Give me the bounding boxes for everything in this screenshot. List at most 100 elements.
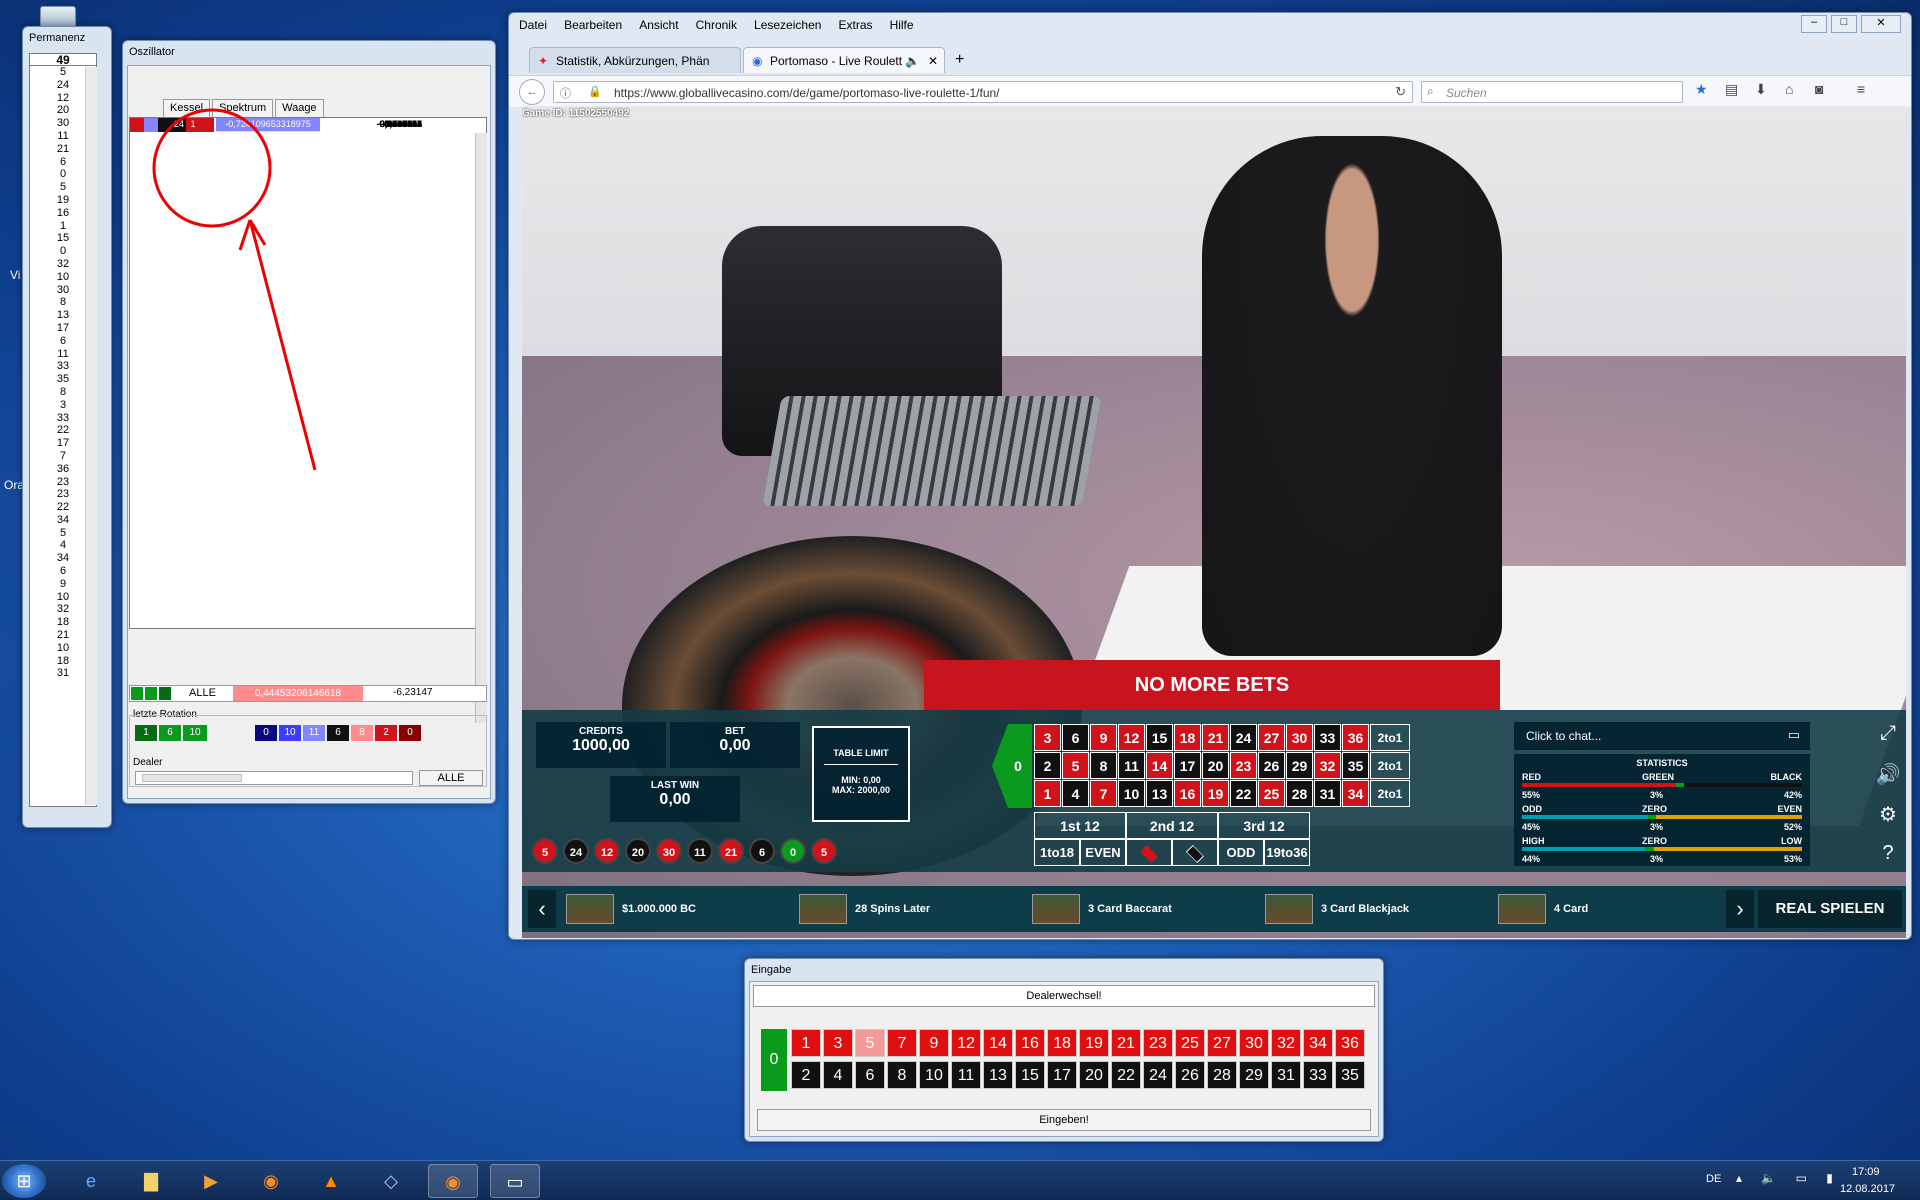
menu-hilfe[interactable]: Hilfe: [890, 18, 914, 32]
game-link[interactable]: 4 Card Buyout: [1554, 886, 1592, 932]
number-cell[interactable]: 2: [1034, 752, 1061, 779]
bookmark-star-icon[interactable]: ★: [1695, 81, 1725, 98]
number-cell[interactable]: 12: [1118, 724, 1145, 751]
eingabe-number-button[interactable]: 7: [887, 1029, 917, 1057]
menu-datei[interactable]: Datei: [519, 18, 547, 32]
real-play-button[interactable]: REAL SPIELEN: [1758, 890, 1902, 928]
eingabe-number-button[interactable]: 15: [1015, 1061, 1045, 1089]
maximize-button[interactable]: □: [1831, 15, 1857, 33]
number-cell[interactable]: 29: [1286, 752, 1313, 779]
eingabe-number-button[interactable]: 23: [1143, 1029, 1173, 1057]
number-cell[interactable]: 23: [1230, 752, 1257, 779]
number-cell[interactable]: 10: [1118, 780, 1145, 807]
eingabe-number-button[interactable]: 25: [1175, 1029, 1205, 1057]
virtualbox-icon[interactable]: ◇: [366, 1164, 416, 1198]
column-bet[interactable]: 2to1: [1370, 752, 1410, 779]
lobby-next-button[interactable]: ›: [1726, 890, 1754, 928]
live-video[interactable]: Game ID: 11502550492 NO MORE BETS CREDIT…: [522, 106, 1906, 938]
number-cell[interactable]: 34: [1342, 780, 1369, 807]
number-cell[interactable]: 14: [1146, 752, 1173, 779]
bet-even[interactable]: EVEN: [1080, 839, 1126, 866]
number-cell[interactable]: 27: [1258, 724, 1285, 751]
number-cell[interactable]: 30: [1286, 724, 1313, 751]
back-button[interactable]: ←: [519, 79, 545, 105]
explorer-icon[interactable]: ▇: [126, 1164, 176, 1198]
eingabe-number-button[interactable]: 17: [1047, 1061, 1077, 1089]
eingabe-number-button[interactable]: 22: [1111, 1061, 1141, 1089]
game-link[interactable]: 3 Card Blackjack: [1321, 886, 1409, 932]
table-row[interactable]: 1512-0,616710268464999-0,1700511: [130, 118, 486, 546]
search-bar[interactable]: ⌕ Suchen: [1421, 81, 1683, 103]
help-icon[interactable]: ?: [1874, 842, 1902, 882]
eingabe-number-button[interactable]: 5: [855, 1029, 885, 1057]
firefox-active-icon[interactable]: ◉: [428, 1164, 478, 1198]
scrollbar[interactable]: [475, 133, 487, 723]
number-cell[interactable]: 26: [1258, 752, 1285, 779]
eingabe-number-button[interactable]: 10: [919, 1061, 949, 1089]
bet-black-diamond[interactable]: [1172, 839, 1218, 866]
eingabe-number-button[interactable]: 28: [1207, 1061, 1237, 1089]
language-indicator[interactable]: DE: [1706, 1173, 1721, 1185]
eingabe-number-button[interactable]: 29: [1239, 1061, 1269, 1089]
number-cell[interactable]: 20: [1202, 752, 1229, 779]
speaker-icon[interactable]: 🔈: [905, 48, 920, 73]
lobby-prev-button[interactable]: ‹: [528, 890, 556, 928]
game-thumbnail[interactable]: [1498, 894, 1546, 924]
bet-red-diamond[interactable]: [1126, 839, 1172, 866]
number-cell[interactable]: 15: [1146, 724, 1173, 751]
menu-chronik[interactable]: Chronik: [696, 18, 737, 32]
reload-icon[interactable]: ↻: [1395, 84, 1406, 100]
eingabe-number-button[interactable]: 31: [1271, 1061, 1301, 1089]
eingabe-number-button[interactable]: 2: [791, 1061, 821, 1089]
number-cell[interactable]: 11: [1118, 752, 1145, 779]
number-cell[interactable]: 8: [1090, 752, 1117, 779]
number-cell[interactable]: 36: [1342, 724, 1369, 751]
alle-button[interactable]: ALLE: [189, 687, 216, 699]
betting-grid[interactable]: 3 6 9 12 15 18 21 24 27 30 33 36 2to1 2 5 8 11 14 17 20 23 26…: [1034, 724, 1434, 814]
eingabe-number-button[interactable]: 14: [983, 1029, 1013, 1057]
bet-odd[interactable]: ODD: [1218, 839, 1264, 866]
eingabe-number-button[interactable]: 34: [1303, 1029, 1333, 1057]
eingabe-number-button[interactable]: 26: [1175, 1061, 1205, 1089]
eingabe-window[interactable]: Eingabe Dealerwechsel! 0 1 3 5 7 9 12 14 16 18 19…: [744, 958, 1384, 1142]
eingabe-number-button[interactable]: 33: [1303, 1061, 1333, 1089]
sound-icon[interactable]: 🔊: [1874, 762, 1902, 802]
eingabe-number-button[interactable]: 12: [951, 1029, 981, 1057]
scrollbar[interactable]: [85, 67, 97, 805]
table-row[interactable]: 203-0,7085695334827760,2835494: [130, 118, 486, 601]
number-cell[interactable]: 1: [1034, 780, 1061, 807]
recycle-bin-icon[interactable]: [40, 6, 76, 28]
settings-icon[interactable]: ⚙: [1874, 802, 1902, 842]
hamburger-menu-icon[interactable]: ≡: [1857, 81, 1887, 98]
eingabe-number-button[interactable]: 9: [919, 1029, 949, 1057]
info-icon[interactable]: ⓘ: [560, 85, 571, 101]
number-cell[interactable]: 25: [1258, 780, 1285, 807]
dozen-3[interactable]: 3rd 12: [1218, 812, 1310, 839]
firefox-icon[interactable]: ◉: [246, 1164, 296, 1198]
table-row[interactable]: 1316-0,548224656993048-0,5632921: [130, 118, 486, 505]
fullscreen-icon[interactable]: ⤢: [1874, 722, 1902, 762]
number-cell[interactable]: 3: [1034, 724, 1061, 751]
table-row[interactable]: 199-0,6469554475648620,9465465: [130, 118, 486, 587]
game-thumbnail[interactable]: [1265, 894, 1313, 924]
clock-date[interactable]: 12.08.2017: [1840, 1183, 1895, 1195]
minimize-button[interactable]: –: [1801, 15, 1827, 33]
dozen-2[interactable]: 2nd 12: [1126, 812, 1218, 839]
number-cell[interactable]: 18: [1174, 724, 1201, 751]
column-bet[interactable]: 2to1: [1370, 780, 1410, 807]
submit-button[interactable]: Eingeben!: [757, 1109, 1371, 1131]
menu-bearbeiten[interactable]: Bearbeiten: [564, 18, 622, 32]
dealer-alle-button[interactable]: ALLE: [419, 770, 483, 786]
eingabe-zero[interactable]: 0: [761, 1029, 787, 1091]
number-cell[interactable]: 5: [1062, 752, 1089, 779]
app-window-icon[interactable]: ▭: [490, 1164, 540, 1198]
table-row[interactable]: 115-0,5604071822234580,2960992: [130, 118, 486, 532]
menu-lesezeichen[interactable]: Lesezeichen: [754, 18, 821, 32]
eingabe-number-button[interactable]: 30: [1239, 1029, 1269, 1057]
url-bar[interactable]: ⓘ 🔒 https://www.globallivecasino.com/de/…: [553, 81, 1413, 103]
eingabe-number-button[interactable]: 18: [1047, 1029, 1077, 1057]
number-cell[interactable]: 35: [1342, 752, 1369, 779]
eingabe-number-button[interactable]: 4: [823, 1061, 853, 1089]
bet-19to36[interactable]: 19to36: [1264, 839, 1310, 866]
dealer-slider[interactable]: [135, 771, 413, 785]
